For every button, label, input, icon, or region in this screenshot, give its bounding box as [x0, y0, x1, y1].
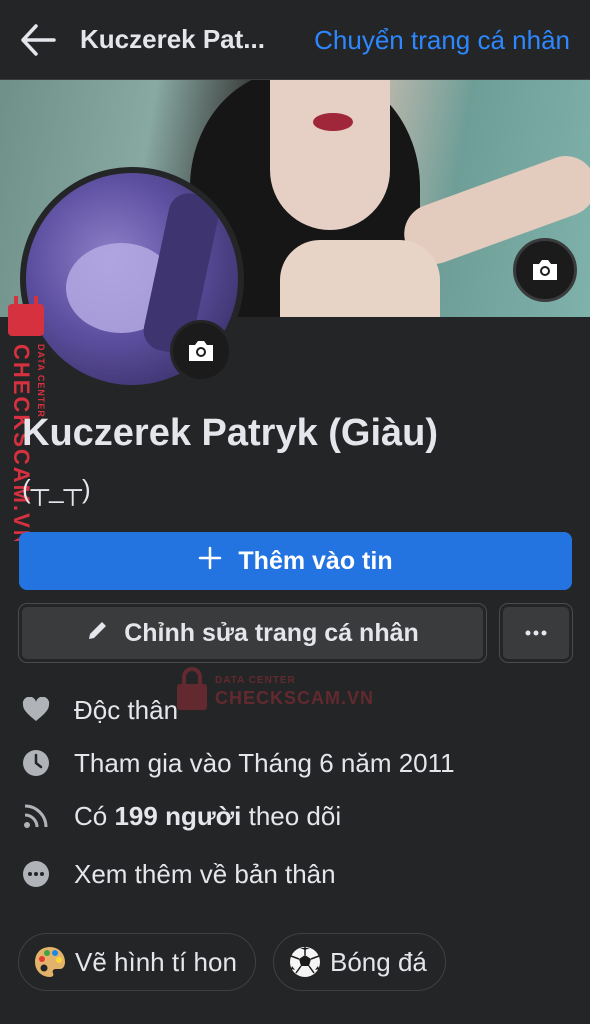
followers-prefix: Có	[74, 800, 115, 831]
edit-profile-button[interactable]: Chỉnh sửa trang cá nhân	[18, 603, 487, 663]
avatar-camera-icon[interactable]	[170, 320, 232, 382]
followers-suffix: theo dõi	[241, 800, 342, 831]
followers-count[interactable]: 199 người	[114, 801, 241, 832]
cover-camera-icon[interactable]	[513, 238, 577, 302]
switch-profile-link[interactable]: Chuyển trang cá nhân	[314, 25, 570, 56]
ellipsis-icon	[524, 624, 548, 642]
palette-icon	[33, 945, 67, 979]
svg-text:CHECKSCAM.VN: CHECKSCAM.VN	[215, 688, 374, 708]
relationship-text: Độc thân	[74, 694, 179, 725]
top-bar: Kuczerek Pat... Chuyển trang cá nhân	[0, 0, 590, 80]
joined-text: Tham gia vào Tháng 6 năm 2011	[74, 747, 455, 778]
hobby-label-football: Bóng đá	[330, 946, 427, 977]
followers-row[interactable]: Có 199 người theo dõi	[22, 796, 341, 836]
page-title: Kuczerek Pat...	[80, 24, 265, 54]
add-to-story-label: Thêm vào tin	[238, 546, 393, 575]
see-more-text: Xem thêm về bản thân	[74, 858, 336, 889]
edit-profile-label: Chỉnh sửa trang cá nhân	[124, 618, 419, 647]
joined-row: Tham gia vào Tháng 6 năm 2011	[22, 743, 455, 783]
hobby-label-drawing: Vẽ hình tí hon	[75, 946, 237, 977]
svg-text:DATA CENTER: DATA CENTER	[36, 344, 46, 418]
more-dots-icon	[22, 860, 50, 888]
back-arrow-icon[interactable]	[18, 22, 58, 58]
add-to-story-button[interactable]: Thêm vào tin	[19, 532, 572, 590]
heart-icon	[22, 696, 50, 724]
more-options-button[interactable]	[499, 603, 573, 663]
rss-icon	[22, 802, 50, 830]
hobby-chip-drawing[interactable]: Vẽ hình tí hon	[18, 933, 256, 991]
relationship-row: Độc thân	[22, 690, 178, 730]
svg-text:DATA CENTER: DATA CENTER	[215, 675, 296, 686]
checkscam-center-watermark: DATA CENTER CHECKSCAM.VN	[175, 664, 375, 714]
soccer-ball-icon	[288, 945, 322, 979]
plus-icon	[198, 546, 222, 577]
pencil-icon	[86, 618, 110, 649]
profile-name: Kuczerek Patryk (Giàu)	[22, 412, 439, 454]
clock-icon	[22, 749, 50, 777]
profile-bio: (┬_┬)	[22, 474, 91, 504]
see-more-row[interactable]: Xem thêm về bản thân	[22, 854, 336, 894]
hobby-chip-football[interactable]: Bóng đá	[273, 933, 446, 991]
